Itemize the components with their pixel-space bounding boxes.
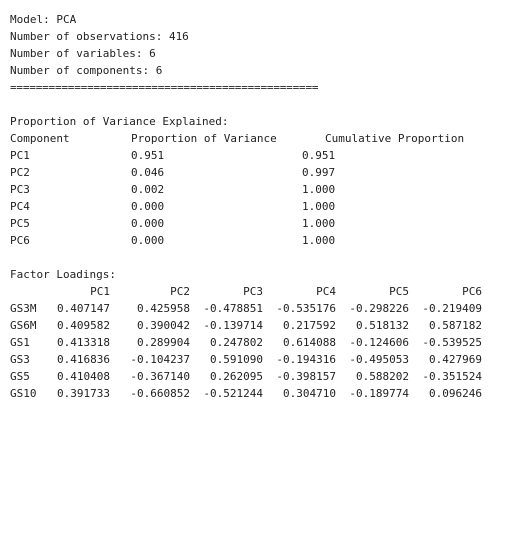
loading-value: 0.304710 [283, 387, 336, 400]
loading-value: -0.124606 [349, 336, 409, 349]
loading-value: 0.425958 [137, 302, 190, 315]
loadings-row: GS10 0.391733 -0.660852 -0.521244 0.3047… [10, 385, 500, 402]
loading-value: -0.219409 [422, 302, 482, 315]
loading-value: 0.096246 [429, 387, 482, 400]
loadings-row: GS5 0.410408 -0.367140 0.262095 -0.39815… [10, 368, 500, 385]
loading-value: -0.521244 [203, 387, 263, 400]
loading-value: 0.407147 [57, 302, 110, 315]
loadings-heading: Factor Loadings: [10, 268, 116, 281]
loadings-row-label: GS6M [10, 319, 37, 332]
console-output: Model: PCA Number of observations: 416 N… [10, 11, 500, 402]
variance-row: PC6 0.000 1.000 [10, 232, 500, 249]
loadings-row-label: GS1 [10, 336, 30, 349]
loading-value: 0.410408 [57, 370, 110, 383]
variance-component: PC2 [10, 166, 30, 179]
loading-value: -0.189774 [349, 387, 409, 400]
loading-value: -0.398157 [276, 370, 336, 383]
observations-line: Number of observations: 416 [10, 30, 189, 43]
loadings-row: GS1 0.413318 0.289904 0.247802 0.614088 … [10, 334, 500, 351]
variance-row: PC3 0.002 1.000 [10, 181, 500, 198]
loading-value: 0.518132 [356, 319, 409, 332]
model-line: Model: PCA [10, 13, 77, 26]
variance-component: PC3 [10, 183, 30, 196]
variance-component: PC1 [10, 149, 30, 162]
loadings-header-pc4: PC4 [316, 285, 336, 298]
loadings-row: GS3M 0.407147 0.425958 -0.478851 -0.5351… [10, 300, 500, 317]
variance-cumulative: 1.000 [302, 200, 336, 213]
loading-value: 0.614088 [283, 336, 336, 349]
loading-value: 0.391733 [57, 387, 110, 400]
variance-proportion: 0.000 [131, 234, 165, 247]
loading-value: -0.298226 [349, 302, 409, 315]
variance-heading: Proportion of Variance Explained: [10, 115, 229, 128]
variance-proportion: 0.002 [131, 183, 165, 196]
variance-cumulative: 0.951 [302, 149, 336, 162]
loading-value: 0.413318 [57, 336, 110, 349]
variance-header-row: Component Proportion of Variance Cumulat… [10, 130, 500, 147]
loadings-header-pc6: PC6 [462, 285, 482, 298]
loading-value: 0.588202 [356, 370, 409, 383]
loading-value: 0.247802 [210, 336, 263, 349]
loading-value: 0.262095 [210, 370, 263, 383]
loadings-header-row: PC1 PC2 PC3 PC4 PC5 PC6 [10, 283, 500, 300]
variance-proportion: 0.000 [131, 200, 165, 213]
variance-header-component: Component [10, 132, 70, 145]
loading-value: 0.217592 [283, 319, 336, 332]
loadings-row: GS3 0.416836 -0.104237 0.591090 -0.19431… [10, 351, 500, 368]
loadings-row-label: GS10 [10, 387, 37, 400]
loading-value: -0.495053 [349, 353, 409, 366]
loading-value: -0.194316 [276, 353, 336, 366]
loadings-row-label: GS5 [10, 370, 30, 383]
variance-cumulative: 1.000 [302, 234, 336, 247]
variance-cumulative: 0.997 [302, 166, 336, 179]
loadings-row: GS6M 0.409582 0.390042 -0.139714 0.21759… [10, 317, 500, 334]
variance-component: PC6 [10, 234, 30, 247]
loading-value: -0.139714 [203, 319, 263, 332]
components-line: Number of components: 6 [10, 64, 163, 77]
variance-cumulative: 1.000 [302, 183, 336, 196]
loading-value: 0.390042 [137, 319, 190, 332]
loading-value: -0.367140 [130, 370, 190, 383]
variance-row: PC4 0.000 1.000 [10, 198, 500, 215]
loading-value: 0.591090 [210, 353, 263, 366]
loading-value: 0.416836 [57, 353, 110, 366]
variance-component: PC5 [10, 217, 30, 230]
variables-line: Number of variables: 6 [10, 47, 156, 60]
loading-value: 0.427969 [429, 353, 482, 366]
loading-value: -0.104237 [130, 353, 190, 366]
loading-value: 0.587182 [429, 319, 482, 332]
loading-value: -0.539525 [422, 336, 482, 349]
loadings-row-label: GS3 [10, 353, 30, 366]
loadings-header-pc5: PC5 [389, 285, 409, 298]
variance-header-proportion: Proportion of Variance [131, 132, 277, 145]
loading-value: 0.289904 [137, 336, 190, 349]
variance-row: PC5 0.000 1.000 [10, 215, 500, 232]
variance-proportion: 0.000 [131, 217, 165, 230]
variance-row: PC2 0.046 0.997 [10, 164, 500, 181]
variance-header-cumulative: Cumulative Proportion [325, 132, 465, 145]
loading-value: -0.535176 [276, 302, 336, 315]
variance-cumulative: 1.000 [302, 217, 336, 230]
loading-value: -0.351524 [422, 370, 482, 383]
variance-row: PC1 0.951 0.951 [10, 147, 500, 164]
separator-line: ========================================… [10, 81, 319, 94]
variance-proportion: 0.951 [131, 149, 165, 162]
loadings-header-pc1: PC1 [90, 285, 110, 298]
variance-proportion: 0.046 [131, 166, 165, 179]
loadings-row-label: GS3M [10, 302, 37, 315]
loadings-header-pc2: PC2 [170, 285, 190, 298]
loading-value: 0.409582 [57, 319, 110, 332]
variance-component: PC4 [10, 200, 30, 213]
loadings-header-pc3: PC3 [243, 285, 263, 298]
loading-value: -0.478851 [203, 302, 263, 315]
loading-value: -0.660852 [130, 387, 190, 400]
